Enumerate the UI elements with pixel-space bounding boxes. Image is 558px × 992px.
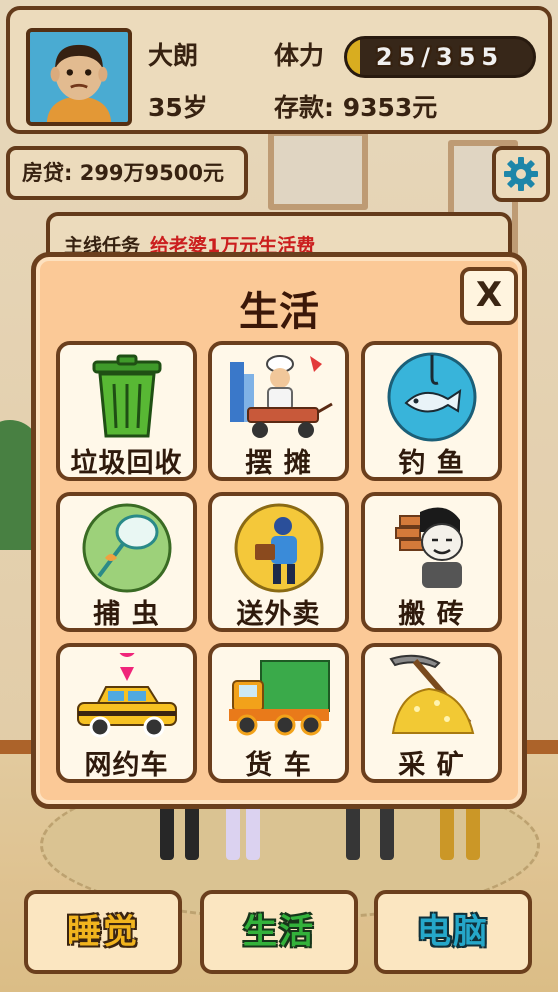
activity-brick-carrying[interactable]: 搬 砖 bbox=[361, 492, 502, 632]
activity-label: 货 车 bbox=[245, 750, 312, 781]
activity-label: 送外卖 bbox=[236, 599, 321, 630]
truck-icon bbox=[228, 660, 330, 736]
activity-label: 网约车 bbox=[84, 750, 169, 781]
modal-title: 生活 bbox=[239, 289, 319, 335]
fishing-icon bbox=[387, 352, 476, 442]
activity-food-delivery[interactable]: 送外卖 bbox=[208, 492, 349, 632]
activity-label: 摆 摊 bbox=[245, 448, 312, 479]
bug-net-icon bbox=[82, 503, 171, 593]
activity-grid: 垃圾回收 摆 摊 钓 鱼 捕 虫 送外卖 搬 砖 网约车 货 车 采 矿 bbox=[56, 341, 512, 787]
activity-label: 搬 砖 bbox=[398, 599, 465, 630]
activity-bug-catching[interactable]: 捕 虫 bbox=[56, 492, 197, 632]
brick-carry-icon bbox=[394, 507, 463, 588]
activity-mining[interactable]: 采 矿 bbox=[361, 643, 502, 783]
computer-button[interactable]: 电脑 bbox=[374, 890, 532, 974]
activity-ride-hailing[interactable]: 网约车 bbox=[56, 643, 197, 783]
life-button[interactable]: 生活 bbox=[200, 890, 358, 974]
street-stall-icon bbox=[229, 355, 333, 438]
taxi-icon bbox=[76, 653, 177, 738]
activity-label: 采 矿 bbox=[398, 750, 465, 781]
mining-icon bbox=[388, 654, 474, 734]
activity-label: 钓 鱼 bbox=[398, 448, 465, 479]
activity-fishing[interactable]: 钓 鱼 bbox=[361, 341, 502, 481]
activity-label: 捕 虫 bbox=[93, 599, 160, 630]
life-activities-modal: 生活 X 垃圾回收 摆 摊 钓 鱼 捕 虫 送外卖 搬 砖 网约车 货 车 采 … bbox=[31, 252, 527, 809]
activity-label: 垃圾回收 bbox=[70, 448, 183, 479]
trash-can-icon bbox=[92, 354, 161, 438]
close-button[interactable]: X bbox=[460, 267, 518, 325]
activity-street-stall[interactable]: 摆 摊 bbox=[208, 341, 349, 481]
sleep-button[interactable]: 睡觉 bbox=[24, 890, 182, 974]
delivery-icon bbox=[234, 503, 323, 593]
activity-truck[interactable]: 货 车 bbox=[208, 643, 349, 783]
activity-garbage-recycling[interactable]: 垃圾回收 bbox=[56, 341, 197, 481]
